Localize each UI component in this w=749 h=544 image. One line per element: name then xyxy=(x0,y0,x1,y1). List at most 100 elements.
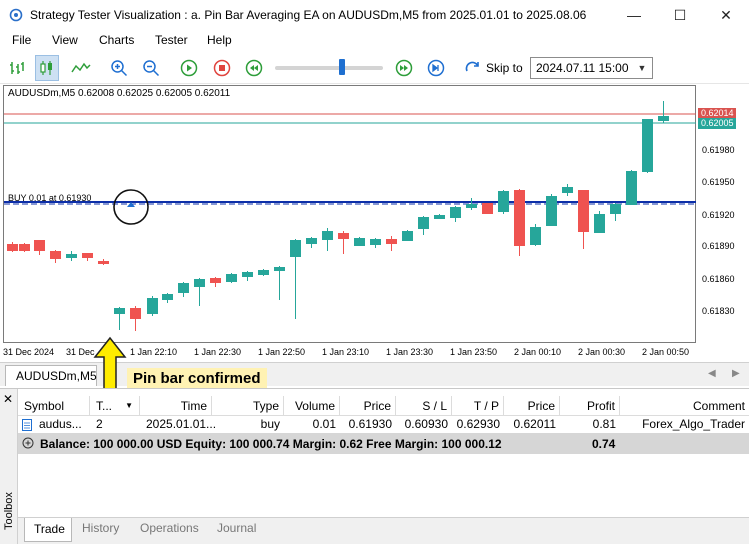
scroll-right-icon[interactable]: ▶ xyxy=(732,368,740,379)
rewind-icon xyxy=(245,59,263,77)
price-tick: 0.61890 xyxy=(702,241,735,251)
cell-tp: 0.62930 xyxy=(456,417,500,431)
time-tick: 2 Jan 00:50 xyxy=(642,347,690,357)
time-tick: 1 Jan 22:50 xyxy=(258,347,306,357)
candle-body xyxy=(242,272,253,277)
menu-tester[interactable]: Tester xyxy=(155,33,188,47)
bar-chart-button[interactable] xyxy=(5,55,29,81)
cell-current-price: 0.62011 xyxy=(513,417,557,431)
close-button[interactable]: ✕ xyxy=(703,0,749,30)
candle-body xyxy=(418,217,429,229)
zoom-out-button[interactable] xyxy=(139,55,163,81)
toolbox-panel: ✕ Toolbox Symbol T... ▼ Time Type Volume… xyxy=(0,388,749,544)
expand-icon[interactable] xyxy=(22,437,34,449)
time-tick: 31 Dec xyxy=(66,347,95,357)
candle-body xyxy=(162,294,173,300)
document-icon xyxy=(22,419,32,431)
column-volume[interactable]: Volume xyxy=(284,396,340,416)
candle-body xyxy=(466,204,477,208)
column-current-price[interactable]: Price xyxy=(504,396,560,416)
time-tick: 1 Jan 23:30 xyxy=(386,347,434,357)
slow-down-button[interactable] xyxy=(242,55,266,81)
time-tick: 2 Jan 00:10 xyxy=(514,347,562,357)
maximize-button[interactable]: ☐ xyxy=(657,0,703,30)
candle-body xyxy=(50,251,61,259)
tab-history[interactable]: History xyxy=(82,521,119,535)
sort-arrow-icon: ▼ xyxy=(125,401,133,410)
price-tick: 0.61860 xyxy=(702,274,735,284)
stop-button[interactable] xyxy=(210,55,234,81)
line-chart-icon xyxy=(71,62,91,73)
cell-time: 2025.01.01... xyxy=(146,417,217,431)
speed-up-button[interactable] xyxy=(392,55,416,81)
scroll-left-icon[interactable]: ◀ xyxy=(708,368,716,379)
candlestick-icon xyxy=(40,61,52,75)
tab-operations[interactable]: Operations xyxy=(140,521,199,535)
price-tick: 0.61920 xyxy=(702,210,735,220)
speed-slider[interactable] xyxy=(275,66,383,70)
candle-body xyxy=(594,214,605,233)
column-time[interactable]: Time xyxy=(140,396,212,416)
skip-to-button[interactable] xyxy=(461,55,485,81)
candle-body xyxy=(450,207,461,218)
candle-body xyxy=(34,240,45,251)
column-sl[interactable]: S / L xyxy=(396,396,452,416)
candle-body xyxy=(258,270,269,275)
menu-file[interactable]: File xyxy=(12,33,31,47)
price-tick: 0.61980 xyxy=(702,145,735,155)
column-type[interactable]: Type xyxy=(212,396,284,416)
close-icon[interactable]: ✕ xyxy=(3,392,13,406)
menu-help[interactable]: Help xyxy=(207,33,232,47)
zoom-in-button[interactable] xyxy=(107,55,131,81)
line-chart-button[interactable] xyxy=(69,55,93,81)
play-button[interactable] xyxy=(177,55,201,81)
skip-to-date-picker[interactable]: 2024.07.11 15:00 ▼ xyxy=(530,57,653,79)
tab-trade[interactable]: Trade xyxy=(24,518,72,542)
candle-body xyxy=(210,278,221,283)
time-tick: 2 Jan 00:30 xyxy=(578,347,626,357)
candle-body xyxy=(98,261,109,264)
column-comment[interactable]: Comment xyxy=(620,396,749,416)
column-tp[interactable]: T / P xyxy=(452,396,504,416)
candlestick-button[interactable] xyxy=(35,55,59,81)
tab-journal[interactable]: Journal xyxy=(217,521,256,535)
menu-view[interactable]: View xyxy=(52,33,78,47)
candle-body xyxy=(7,244,18,251)
cell-profit: 0.81 xyxy=(592,417,616,431)
column-symbol[interactable]: Symbol xyxy=(18,396,90,416)
stop-icon xyxy=(213,59,231,77)
minimize-button[interactable]: — xyxy=(611,0,657,30)
zoom-in-icon xyxy=(111,60,128,77)
candle-body xyxy=(578,190,589,232)
speed-slider-thumb[interactable] xyxy=(338,59,345,75)
candle-body xyxy=(274,267,285,271)
candle-body xyxy=(178,283,189,293)
menu-charts[interactable]: Charts xyxy=(99,33,134,47)
candle-body xyxy=(290,240,301,257)
table-row[interactable]: audus... 2 2025.01.01... buy 0.01 0.6193… xyxy=(18,416,749,434)
balance-row: Balance: 100 000.00 USD Equity: 100 000.… xyxy=(18,433,749,454)
candle-body xyxy=(562,187,573,193)
column-price[interactable]: Price xyxy=(340,396,396,416)
column-ticket[interactable]: T... ▼ xyxy=(90,396,140,416)
price-scale[interactable]: 0.62014 0.62005 0.61980 0.61950 0.61920 … xyxy=(696,85,749,343)
column-ticket-label: T... xyxy=(96,399,113,413)
candle-body xyxy=(338,233,349,239)
chart-tab-audusdm[interactable]: AUDUSDm,M5 xyxy=(5,365,97,386)
time-tick: 1 Jan 22:10 xyxy=(130,347,178,357)
candle-body xyxy=(514,190,525,246)
column-profit[interactable]: Profit xyxy=(560,396,620,416)
skip-to-end-button[interactable] xyxy=(424,55,448,81)
price-tick: 0.61950 xyxy=(702,177,735,187)
cell-volume: 0.01 xyxy=(312,417,336,431)
dropdown-arrow-icon[interactable]: ▼ xyxy=(634,60,650,76)
time-tick: 31 Dec 2024 xyxy=(3,347,55,357)
toolbox-label: Toolbox xyxy=(3,492,15,530)
price-chart[interactable]: AUDUSDm,M5 0.62008 0.62025 0.62005 0.620… xyxy=(3,85,697,343)
candle-body xyxy=(658,116,669,121)
candle-body xyxy=(147,298,158,314)
candle-body xyxy=(66,254,77,258)
candle-body xyxy=(370,239,381,245)
candle-body xyxy=(82,253,93,258)
cell-sl: 0.60930 xyxy=(404,417,448,431)
